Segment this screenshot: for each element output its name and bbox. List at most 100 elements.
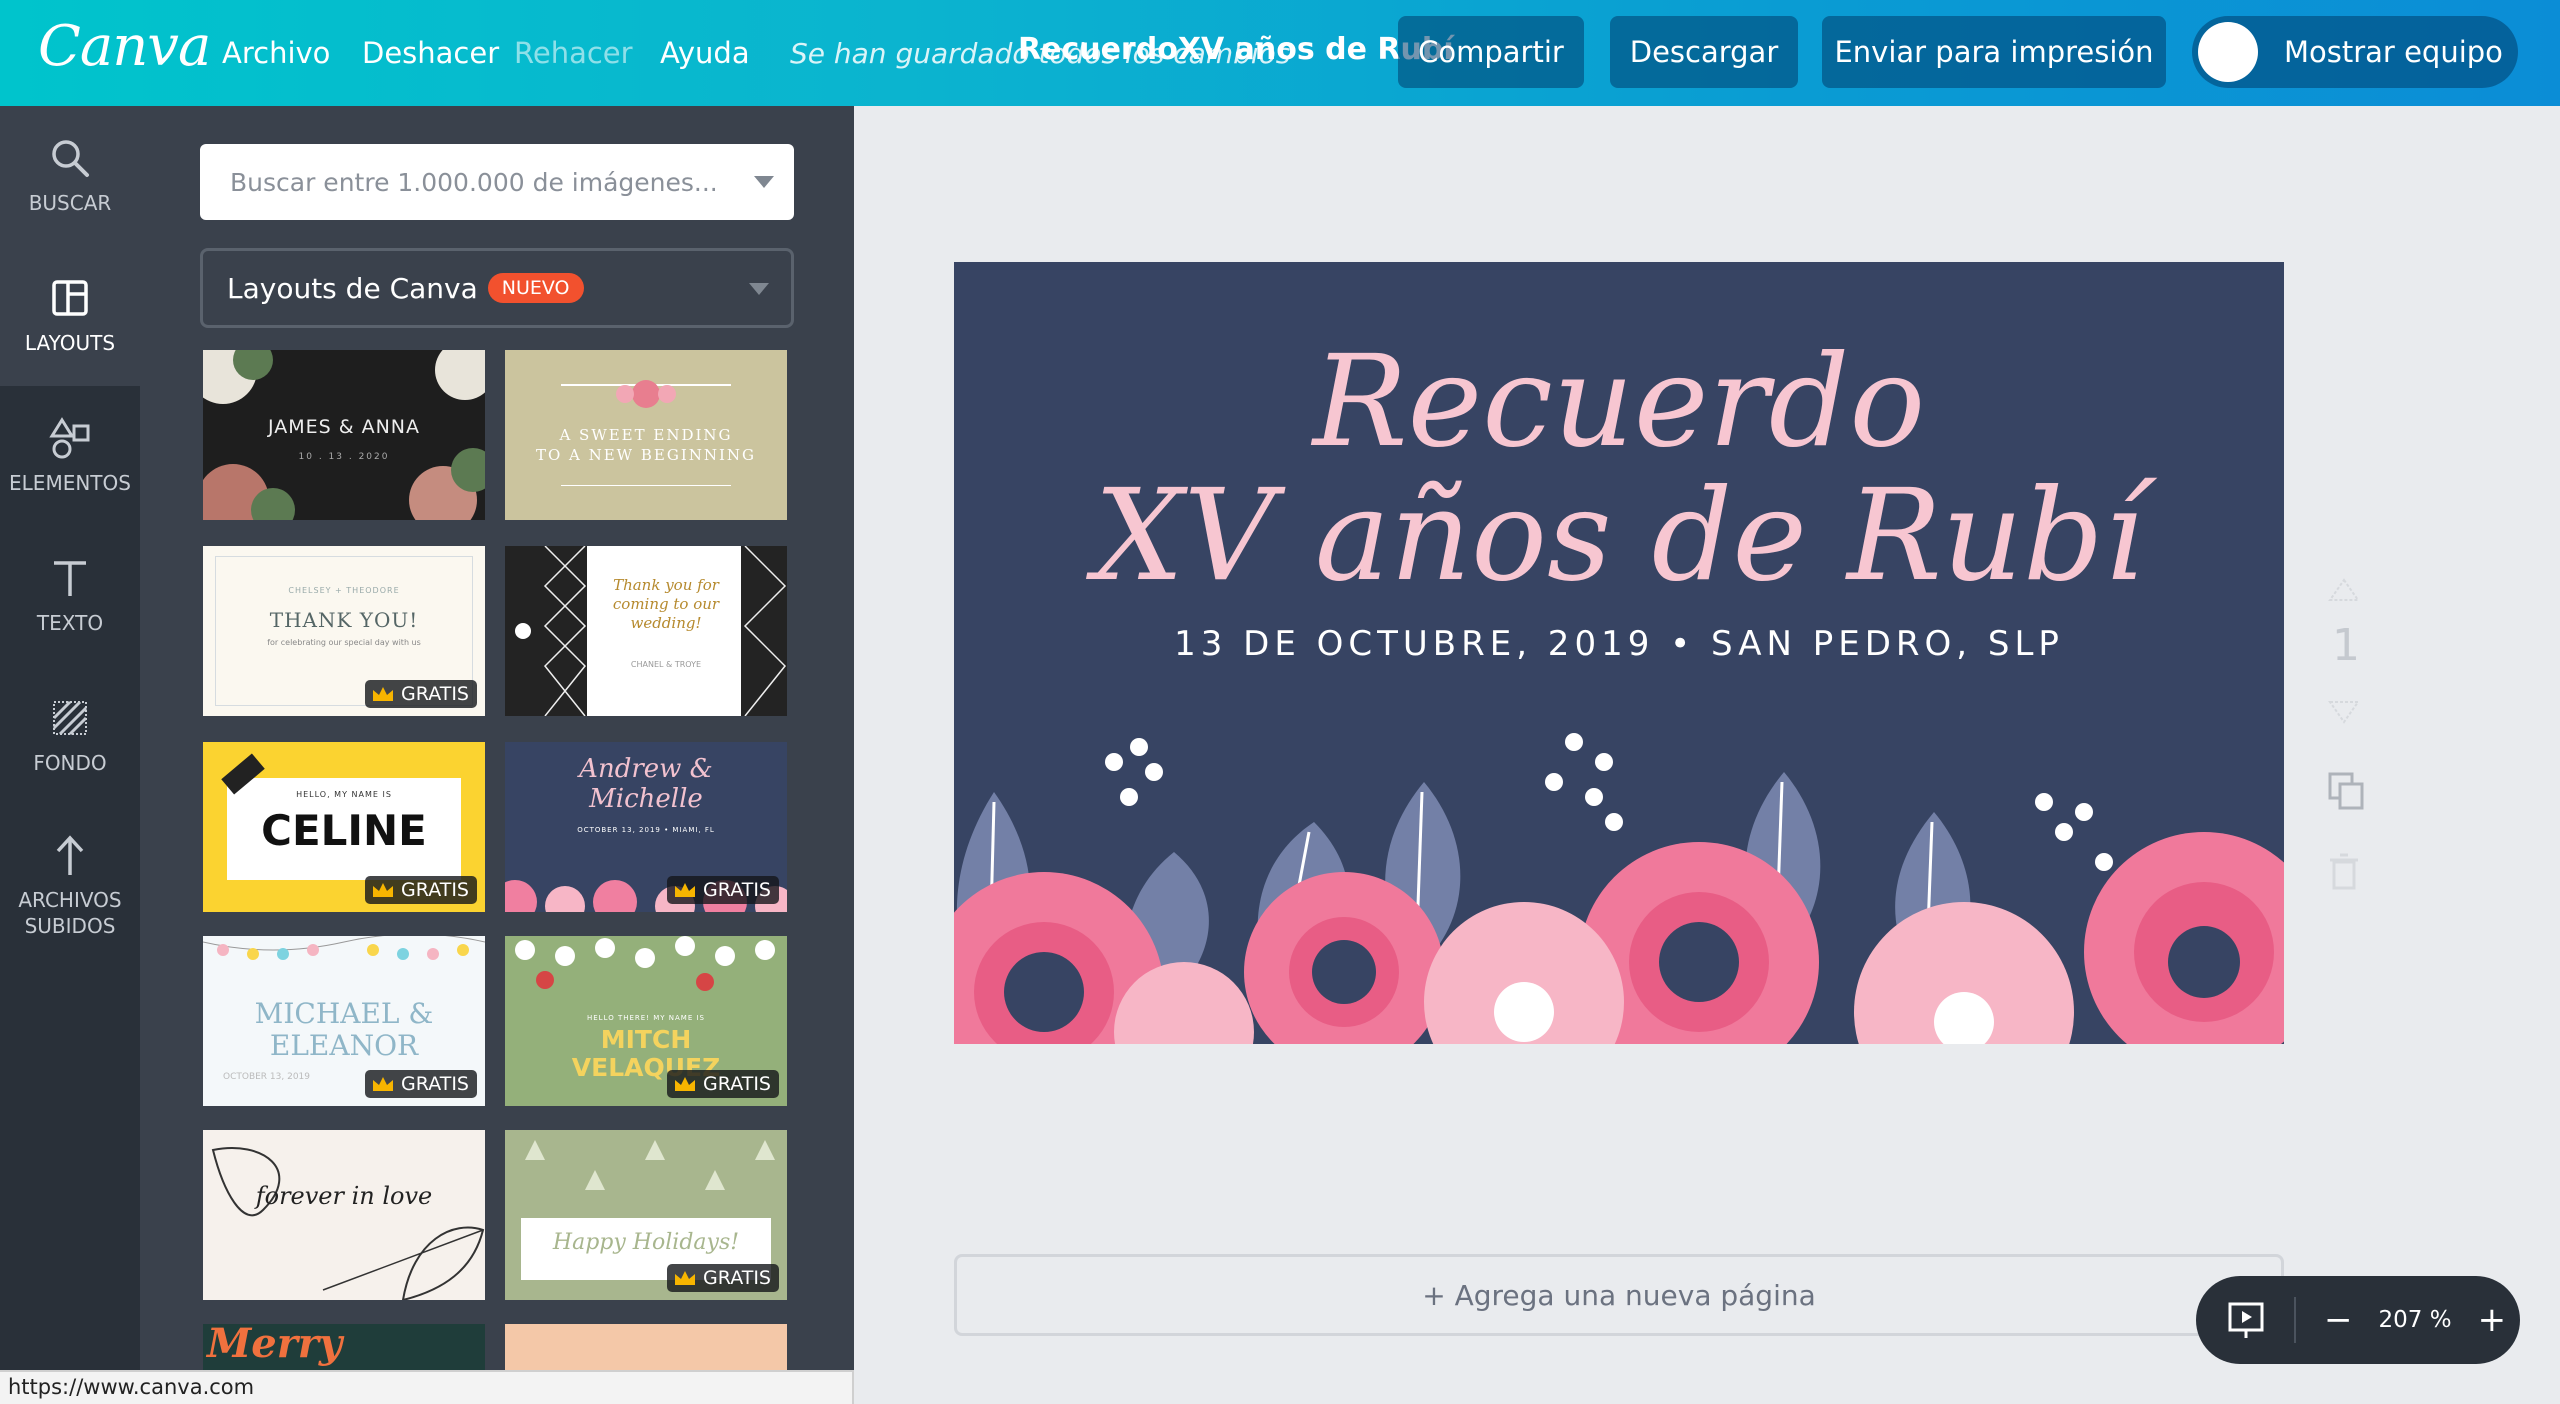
status-url: https://www.canva.com (0, 1370, 854, 1404)
design-title-line1[interactable]: Recuerdo (954, 332, 2284, 472)
thumb-text: MICHAEL & ELEANOR (254, 997, 434, 1062)
present-icon[interactable] (2226, 1300, 2266, 1340)
print-button[interactable]: Enviar para impresión (1822, 16, 2166, 88)
zoom-level[interactable]: 207 % (2379, 1307, 2452, 1333)
layout-thumb-merry[interactable]: Merry (203, 1324, 485, 1370)
feather-decoration (211, 1147, 485, 1300)
rail-item-layouts[interactable]: LAYOUTS (0, 246, 140, 386)
rail-label-uploads: ARCHIVOS SUBIDOS (18, 888, 122, 938)
zoom-bar: − 207 % + (2196, 1276, 2520, 1364)
thumb-text: 10 . 13 . 2020 (298, 452, 390, 462)
thumb-text: forever in love (255, 1182, 433, 1210)
thumb-text: TO A NEW BEGINNING (535, 446, 757, 464)
crown-icon (675, 1077, 696, 1091)
new-badge: NUEVO (487, 273, 584, 303)
free-label: GRATIS (703, 879, 771, 901)
string-lights-decoration (203, 936, 485, 960)
free-label: GRATIS (401, 683, 469, 705)
layout-thumb-james-anna[interactable]: JAMES & ANNA 10 . 13 . 2020 (203, 350, 485, 520)
thumb-text: HELLO, MY NAME IS (296, 790, 392, 799)
crown-icon (373, 883, 394, 897)
layout-thumb-andrew-michelle[interactable]: Andrew & Michelle OCTOBER 13, 2019 • MIA… (505, 742, 787, 912)
thumb-text: for celebrating our special day with us (267, 638, 421, 647)
layout-type-select[interactable]: Layouts de Canva NUEVO (200, 248, 794, 328)
free-label: GRATIS (703, 1073, 771, 1095)
layout-select-label: Layouts de Canva (227, 271, 478, 305)
layout-thumb-thank-you-wedding[interactable]: Thank you for coming to our wedding! CHA… (505, 546, 787, 716)
thumb-text: A SWEET ENDING (559, 426, 733, 444)
zoom-in-button[interactable]: + (2478, 1300, 2507, 1340)
move-page-up-icon[interactable] (2326, 576, 2362, 606)
menu-file[interactable]: Archivo (222, 36, 330, 70)
layout-thumb-thank-you[interactable]: CHELSEY + THEODORE THANK YOU! for celebr… (203, 546, 485, 716)
search-placeholder: Buscar entre 1.000.000 de imágenes... (230, 167, 718, 197)
layout-thumb-mitch-velaquez[interactable]: HELLO THERE! MY NAME IS MITCH VELAQUEZ G… (505, 936, 787, 1106)
rail-label-search: BUSCAR (28, 191, 112, 215)
show-team-label: Mostrar equipo (2284, 35, 2503, 69)
rail-label-elements: ELEMENTOS (9, 471, 131, 495)
layout-thumb-happy-holidays[interactable]: Happy Holidays! GRATIS (505, 1130, 787, 1300)
layout-thumb-michael-eleanor[interactable]: MICHAEL & ELEANOR OCTOBER 13, 2019 GRATI… (203, 936, 485, 1106)
free-badge: GRATIS (667, 1070, 779, 1098)
shapes-icon (49, 417, 90, 459)
rail-item-uploads[interactable]: ARCHIVOS SUBIDOS (0, 806, 140, 966)
add-page-button[interactable]: + Agrega una nueva página (954, 1254, 2284, 1336)
avatar (2198, 22, 2258, 82)
rail-item-elements[interactable]: ELEMENTOS (0, 386, 140, 526)
free-badge: GRATIS (365, 1070, 477, 1098)
design-subtitle[interactable]: 13 DE OCTUBRE, 2019 • SAN PEDRO, SLP (954, 624, 2284, 664)
menu-undo[interactable]: Deshacer (362, 36, 499, 70)
menu-redo[interactable]: Rehacer (514, 36, 633, 70)
crown-icon (675, 883, 696, 897)
thumb-text: Merry (207, 1324, 343, 1367)
chevron-down-icon (749, 283, 769, 295)
design-title-line2[interactable]: XV años de Rubí (954, 466, 2284, 606)
chevron-down-icon[interactable] (754, 176, 774, 188)
download-button[interactable]: Descargar (1610, 16, 1798, 88)
divider (2294, 1297, 2296, 1343)
layout-thumb-sweet-ending[interactable]: A SWEET ENDING TO A NEW BEGINNING (505, 350, 787, 520)
show-team-button[interactable]: Mostrar equipo (2192, 16, 2518, 88)
zoom-out-button[interactable]: − (2324, 1300, 2353, 1340)
layout-thumb-celine[interactable]: HELLO, MY NAME IS CELINE GRATIS (203, 742, 485, 912)
menu-help[interactable]: Ayuda (660, 36, 750, 70)
thumb-text: HELLO THERE! MY NAME IS (586, 1014, 705, 1022)
thumb-text: Thank you for coming to our wedding! (612, 576, 720, 632)
daisy-decoration (515, 936, 775, 991)
design-page[interactable]: Recuerdo XV años de Rubí 13 DE OCTUBRE, … (954, 262, 2284, 1044)
thumb-text: OCTOBER 13, 2019 (223, 1072, 311, 1082)
free-badge: GRATIS (365, 876, 477, 904)
thumb-text: CHANEL & TROYE (630, 660, 702, 669)
document-title[interactable]: RecuerdoXV años de Rubí (1018, 32, 1454, 67)
page-number: 1 (2332, 620, 2360, 671)
duplicate-page-icon[interactable] (2326, 770, 2366, 812)
layout-thumb-forever-in-love[interactable]: forever in love (203, 1130, 485, 1300)
free-label: GRATIS (401, 1073, 469, 1095)
top-bar: Canva Archivo Deshacer Rehacer Ayuda Se … (0, 0, 2560, 106)
floral-illustration[interactable] (954, 702, 2284, 1044)
background-icon (52, 700, 88, 736)
crown-icon (373, 687, 394, 701)
delete-page-icon[interactable] (2326, 852, 2362, 892)
left-rail: BUSCAR LAYOUTS ELEMENTOS TEXTO FONDO ARC… (0, 106, 140, 1404)
layout-thumb-thank-you-so-much[interactable] (505, 1324, 787, 1370)
thumb-text: CHELSEY + THEODORE (288, 586, 400, 595)
layout-icon (52, 280, 88, 316)
move-page-down-icon[interactable] (2326, 696, 2362, 726)
upload-icon (56, 835, 84, 875)
thumb-text: JAMES & ANNA (267, 416, 421, 438)
free-label: GRATIS (401, 879, 469, 901)
rail-item-search[interactable]: BUSCAR (0, 106, 140, 246)
free-badge: GRATIS (667, 876, 779, 904)
share-button[interactable]: Compartir (1398, 16, 1584, 88)
rail-item-text[interactable]: TEXTO (0, 526, 140, 666)
rail-item-background[interactable]: FONDO (0, 666, 140, 806)
thumb-text: CELINE (261, 806, 427, 855)
search-icon (52, 140, 89, 177)
image-search-input[interactable]: Buscar entre 1.000.000 de imágenes... (200, 144, 794, 220)
rail-label-layouts: LAYOUTS (24, 331, 116, 355)
thumb-text: OCTOBER 13, 2019 • MIAMI, FL (577, 826, 715, 834)
thumb-text: THANK YOU! (269, 608, 419, 632)
canva-logo[interactable]: Canva (38, 14, 211, 84)
free-badge: GRATIS (667, 1264, 779, 1292)
